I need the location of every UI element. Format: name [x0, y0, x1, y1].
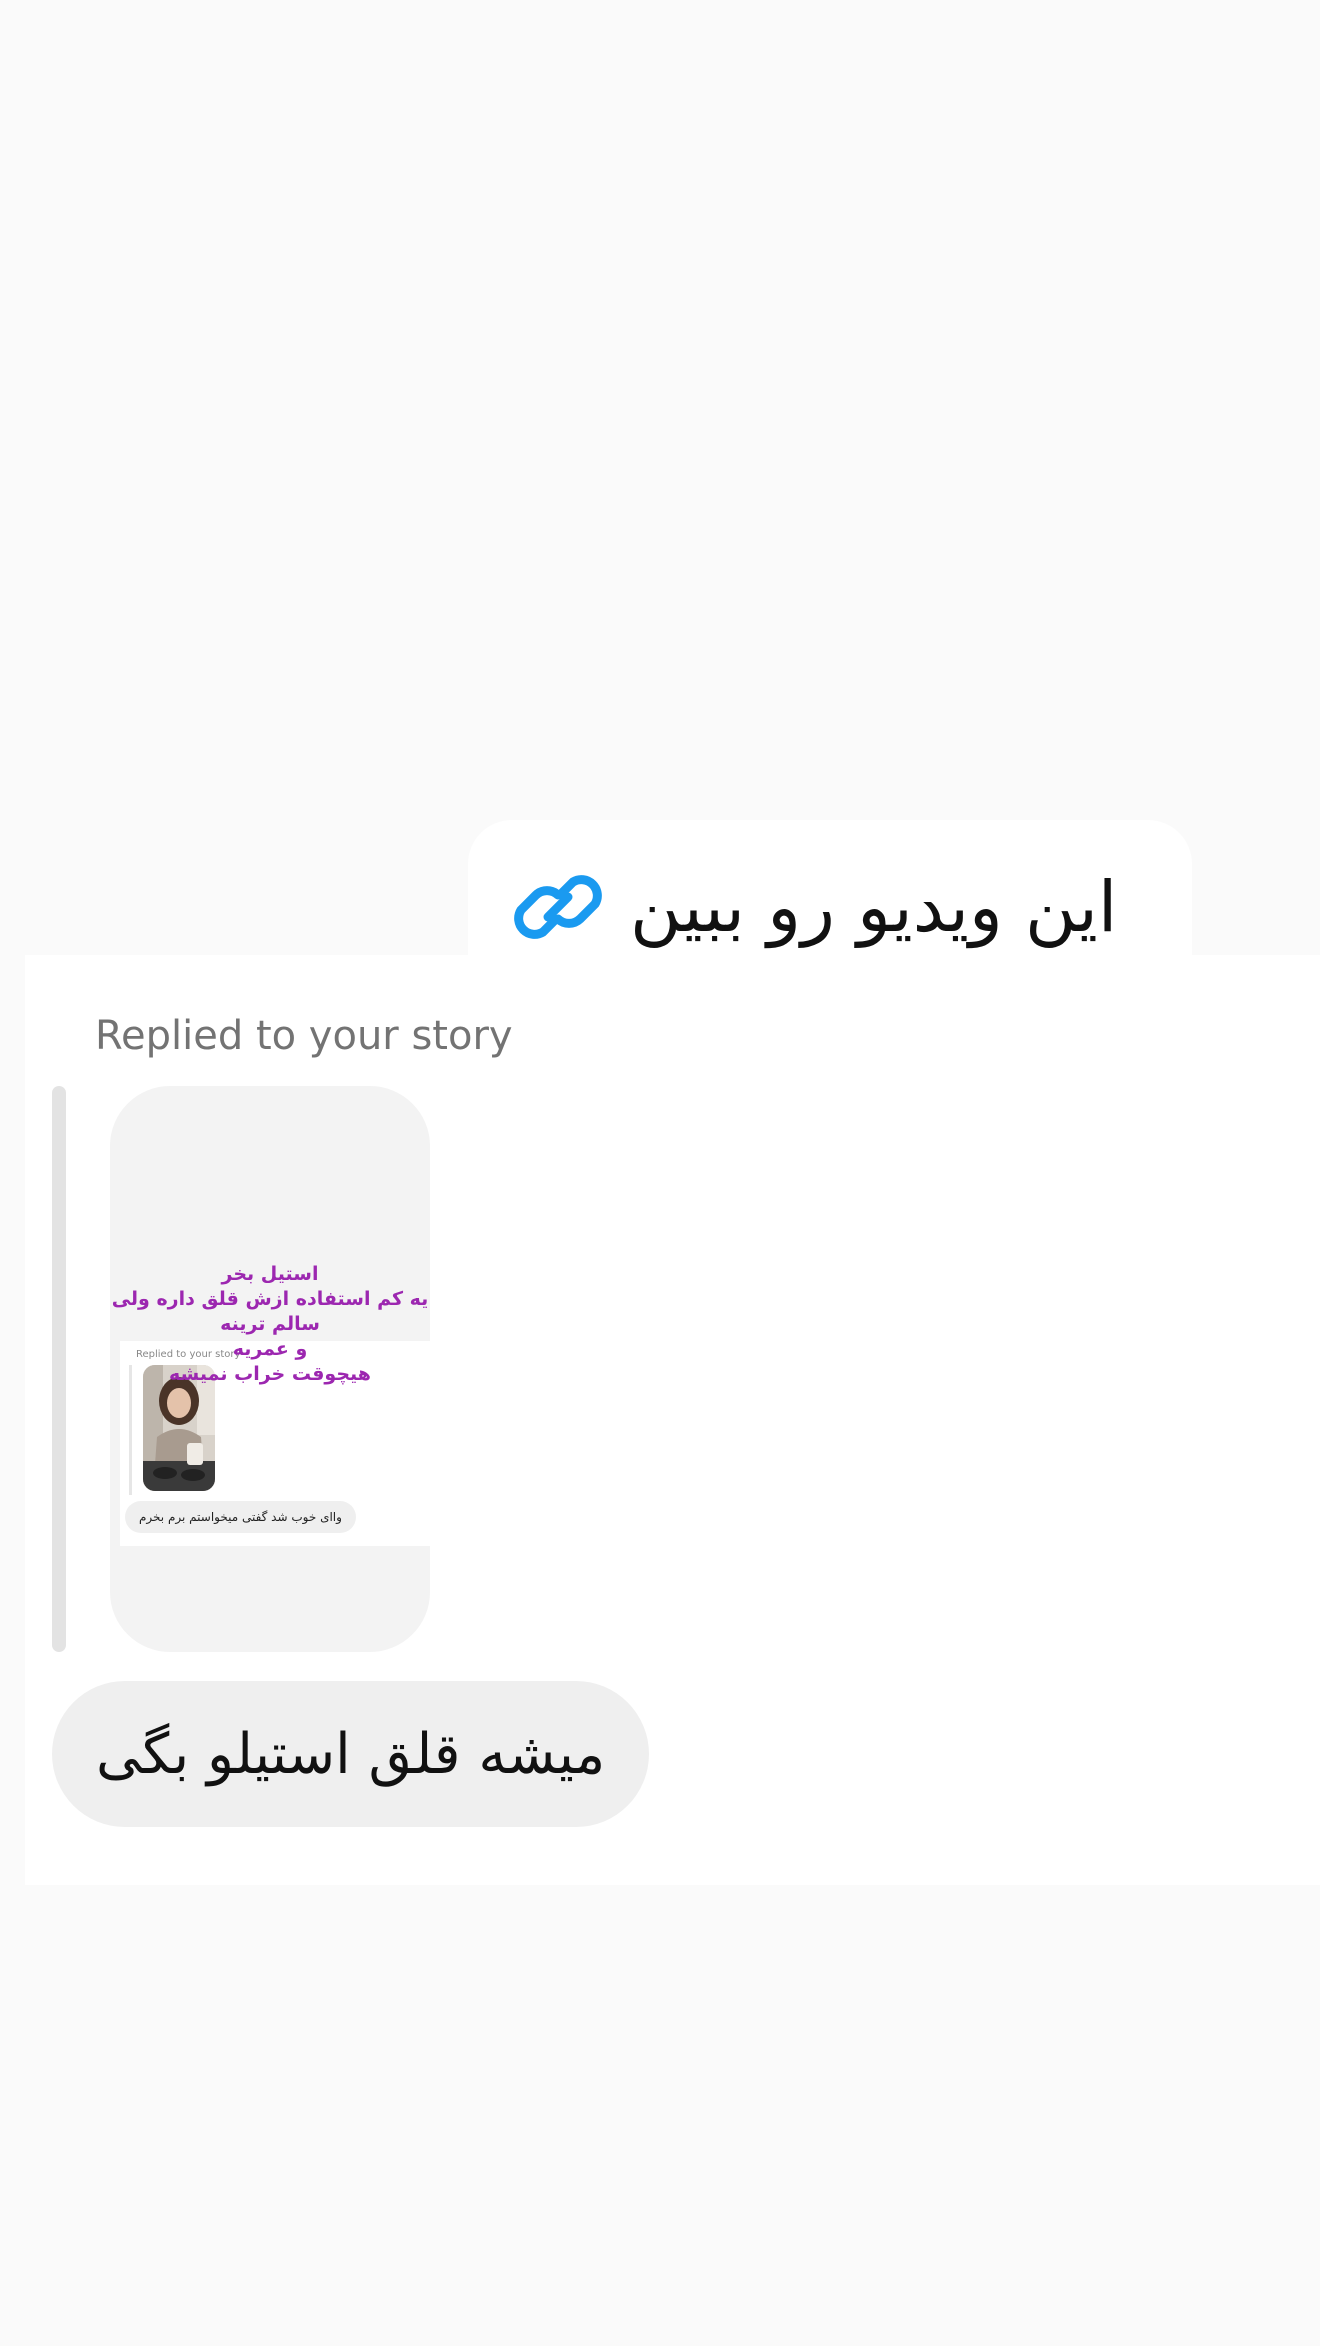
incoming-message-bubble[interactable]: میشه قلق استیلو بگی: [52, 1681, 650, 1827]
chat-empty-area: [0, 0, 1320, 820]
nested-message-bubble: واای خوب شد گفتی میخواستم برم بخرم: [125, 1501, 356, 1533]
story-line: هیچوقت خراب نمیشه: [169, 1363, 371, 1385]
link-message-text: این ویدیو رو ببین: [630, 866, 1118, 948]
story-reply-card: Replied to your story Replied to your st…: [25, 955, 1320, 1885]
story-line: سالم ترینه: [220, 1313, 320, 1335]
story-overlay-text: استیل بخر یه کم استفاده ازش قلق داره ولی…: [110, 1262, 430, 1387]
story-line: استیل بخر: [221, 1263, 319, 1285]
link-icon: [514, 875, 602, 939]
story-line: یه کم استفاده ازش قلق داره ولی: [111, 1288, 429, 1310]
incoming-message-text: میشه قلق استیلو بگی: [96, 1721, 606, 1787]
story-thumbnail[interactable]: Replied to your story واای خوب شد گفتی م…: [110, 1086, 430, 1652]
link-message-row: این ویدیو رو ببین: [508, 852, 1117, 962]
reply-quote-bar: [52, 1086, 66, 1652]
replied-to-story-label: Replied to your story: [95, 1013, 513, 1059]
story-line: و عمریه: [232, 1338, 308, 1360]
